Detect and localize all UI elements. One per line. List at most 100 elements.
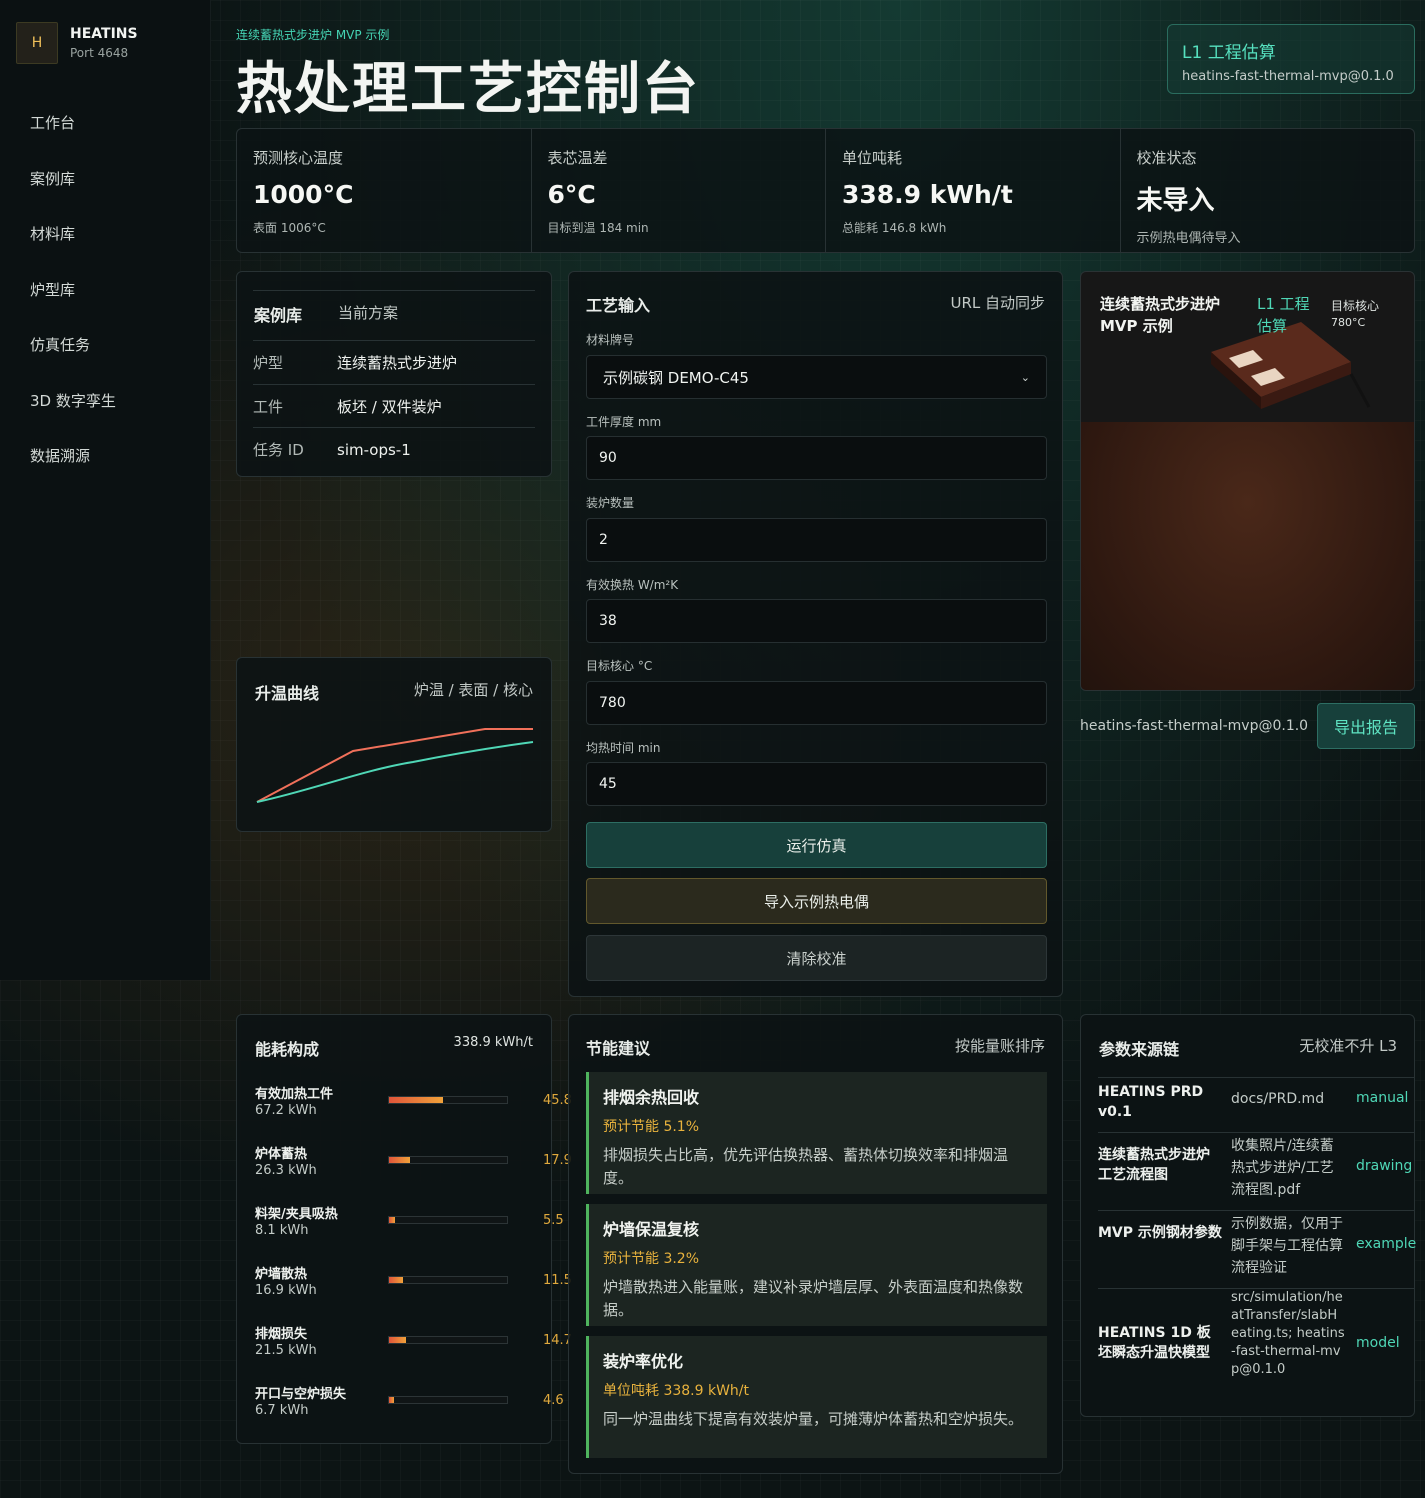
energy-item-value: 26.3 kWh [255, 1163, 317, 1178]
case-row-task-id: 任务 ID sim-ops-1 [253, 427, 535, 471]
thickness-input[interactable]: 90 [586, 436, 1047, 480]
chevron-down-icon: ⌄ [1020, 370, 1030, 384]
energy-bar [388, 1276, 508, 1284]
saving-tip-card[interactable]: 排烟余热回收 预计节能 5.1% 排烟损失占比高，优先评估换热器、蓄热体切换效率… [586, 1072, 1047, 1194]
case-value: 连续蓄热式步进炉 [337, 354, 458, 372]
energy-bar-fill [389, 1337, 407, 1343]
energy-item-value: 21.5 kWh [255, 1343, 317, 1358]
energy-item-value: 6.7 kWh [255, 1403, 309, 1418]
nav-item-data-lineage[interactable]: 数据溯源 [30, 445, 90, 466]
tip-description: 炉墙散热进入能量账，建议补录炉墙层厚、外表面温度和热像数据。 [603, 1278, 1024, 1319]
badge-title: L1 工程估算 [1182, 43, 1276, 63]
target-core-label: 目标核心 °C [586, 659, 653, 673]
case-row-furnace: 炉型 连续蓄热式步进炉 [253, 340, 535, 384]
energy-item-name: 排烟损失 [255, 1327, 308, 1342]
process-title: 工艺输入 [586, 296, 651, 315]
metric-sub: 表面 1006°C [253, 221, 326, 235]
case-key: 工件 [253, 398, 284, 416]
digital-twin-viewport[interactable]: 连续蓄热式步进炉 MVP 示例 L1 工程估算 目标核心 780°C [1080, 271, 1415, 691]
energy-item-value: 8.1 kWh [255, 1223, 309, 1238]
load-count-label: 装炉数量 [586, 496, 635, 510]
sidebar [0, 0, 211, 980]
source-row: HEATINS 1D 板坯瞬态升温快模型 src/simulation/heat… [1098, 1288, 1414, 1408]
heating-curve-panel: 升温曲线 炉温 / 表面 / 核心 [236, 657, 552, 832]
target-core-input[interactable]: 780 [586, 681, 1047, 725]
tip-estimate: 预计节能 3.2% [603, 1251, 700, 1267]
source-type[interactable]: drawing [1356, 1158, 1412, 1174]
heat-transfer-input[interactable]: 38 [586, 599, 1047, 643]
energy-bar-fill [389, 1397, 395, 1403]
energy-bar [388, 1336, 508, 1344]
tip-estimate: 单位吨耗 338.9 kWh/t [603, 1383, 750, 1399]
model-version: heatins-fast-thermal-mvp@0.1.0 [1080, 718, 1309, 734]
tip-title: 装炉率优化 [603, 1352, 684, 1371]
source-note: 无校准不升 L3 [1299, 1037, 1397, 1055]
source-name: HEATINS 1D 板坯瞬态升温快模型 [1098, 1325, 1211, 1361]
source-type[interactable]: example [1356, 1236, 1416, 1252]
energy-item-name: 炉墙散热 [255, 1267, 308, 1282]
energy-item-name: 开口与空炉损失 [255, 1387, 347, 1402]
case-panel-title: 案例库 [254, 306, 303, 325]
nav-item-cases[interactable]: 案例库 [30, 168, 75, 189]
saving-tip-card[interactable]: 装炉率优化 单位吨耗 338.9 kWh/t 同一炉温曲线下提高有效装炉量，可摊… [586, 1336, 1047, 1458]
brand-name: HEATINS [70, 26, 138, 42]
case-value: 板坯 / 双件装炉 [337, 398, 442, 416]
heat-transfer-label: 有效换热 W/m²K [586, 578, 679, 592]
thickness-label: 工件厚度 mm [586, 415, 662, 429]
metric-core-temp: 预测核心温度 1000°C 表面 1006°C [237, 129, 532, 252]
metric-temp-diff: 表芯温差 6°C 目标到温 184 min [532, 129, 826, 252]
metric-sub: 目标到温 184 min [547, 221, 649, 235]
import-thermocouple-button[interactable]: 导入示例热电偶 [586, 878, 1047, 924]
source-name: HEATINS PRD v0.1 [1098, 1084, 1204, 1120]
case-key: 炉型 [253, 354, 284, 372]
process-input-panel: 工艺输入 URL 自动同步 材料牌号 示例碳钢 DEMO-C45 ⌄ 工件厚度 … [568, 271, 1063, 997]
source-location: 收集照片/连续蓄热式步进炉/工艺流程图.pdf [1231, 1138, 1334, 1198]
metric-label: 预测核心温度 [253, 149, 344, 167]
material-select[interactable]: 示例碳钢 DEMO-C45 ⌄ [586, 355, 1047, 399]
core-temp-line [256, 741, 534, 803]
energy-item-value: 16.9 kWh [255, 1283, 317, 1298]
metric-calibration-status: 校准状态 未导入 示例热电偶待导入 [1121, 129, 1415, 252]
energy-bar-fill [389, 1097, 444, 1103]
logo-badge: H [16, 22, 58, 64]
nav-item-furnaces[interactable]: 炉型库 [30, 279, 75, 300]
source-type[interactable]: model [1356, 1335, 1400, 1351]
energy-bar [388, 1216, 508, 1224]
soak-time-input[interactable]: 45 [586, 762, 1047, 806]
run-simulation-button[interactable]: 运行仿真 [586, 822, 1047, 868]
source-row: MVP 示例钢材参数 示例数据，仅用于脚手架与工程估算流程验证 example [1098, 1210, 1416, 1288]
source-type[interactable]: manual [1356, 1090, 1408, 1106]
metric-value: 6°C [547, 180, 596, 209]
twin-title: 连续蓄热式步进炉 MVP 示例 [1100, 295, 1221, 335]
energy-title: 能耗构成 [255, 1040, 320, 1059]
energy-bar [388, 1156, 508, 1164]
clear-calibration-button[interactable]: 清除校准 [586, 935, 1047, 981]
saving-title: 节能建议 [586, 1039, 651, 1058]
load-count-input[interactable]: 2 [586, 518, 1047, 562]
export-report-button[interactable]: 导出报告 [1317, 703, 1415, 749]
energy-bar-fill [389, 1277, 403, 1283]
energy-bar-fill [389, 1217, 396, 1223]
twin-target-value: 780°C [1331, 316, 1366, 329]
energy-breakdown-panel: 能耗构成 338.9 kWh/t 有效加热工件 67.2 kWh 45.8 炉体… [236, 1014, 572, 1444]
material-value: 示例碳钢 DEMO-C45 [603, 368, 749, 387]
case-panel: 案例库 当前方案 炉型 连续蓄热式步进炉 工件 板坯 / 双件装炉 任务 ID … [236, 271, 552, 477]
parameter-source-panel: 参数来源链 无校准不升 L3 HEATINS PRD v0.1 docs/PRD… [1080, 1014, 1416, 1417]
metric-sub: 总能耗 146.8 kWh [842, 221, 947, 235]
curve-title: 升温曲线 [255, 684, 320, 703]
heating-curve-chart [256, 728, 534, 803]
saving-tip-card[interactable]: 炉墙保温复核 预计节能 3.2% 炉墙散热进入能量账，建议补录炉墙层厚、外表面温… [586, 1204, 1047, 1326]
nav-item-digital-twin[interactable]: 3D 数字孪生 [30, 390, 116, 411]
metric-value: 未导入 [1136, 186, 1215, 216]
nav-item-simulation-tasks[interactable]: 仿真任务 [30, 334, 90, 355]
metric-energy-per-ton: 单位吨耗 338.9 kWh/t 总能耗 146.8 kWh [826, 129, 1121, 252]
tip-description: 排烟损失占比高，优先评估换热器、蓄热体切换效率和排烟温度。 [603, 1146, 1009, 1187]
energy-item-pct: 4.6 [543, 1393, 564, 1408]
nav-item-workbench[interactable]: 工作台 [30, 112, 75, 133]
badge-version: heatins-fast-thermal-mvp@0.1.0 [1182, 69, 1394, 84]
tip-title: 炉墙保温复核 [603, 1220, 700, 1239]
nav-item-materials[interactable]: 材料库 [30, 223, 75, 244]
energy-item-pct: 5.5 [543, 1213, 564, 1228]
metric-value: 338.9 kWh/t [842, 180, 1013, 209]
twin-level-tag: L1 工程估算 [1257, 295, 1310, 335]
